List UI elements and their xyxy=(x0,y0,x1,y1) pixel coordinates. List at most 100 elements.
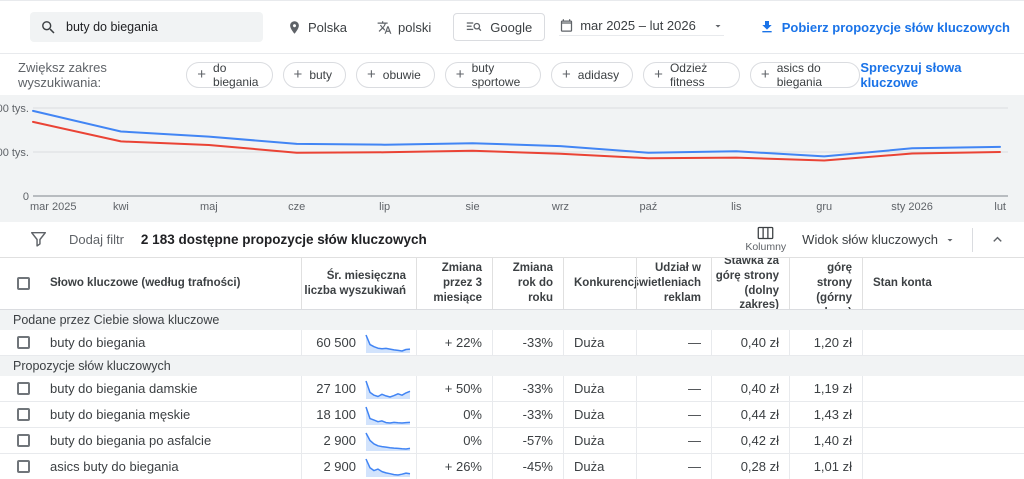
keyword-text[interactable]: buty do biegania damskie xyxy=(50,381,197,396)
yoy-change-value: -33% xyxy=(493,330,564,355)
keyword-search-input[interactable]: buty do biegania xyxy=(30,12,263,42)
table-row[interactable]: buty do biegania 60 500 + 22% -33% Duża … xyxy=(0,330,1024,356)
svg-text:wrz: wrz xyxy=(551,201,569,213)
chip-buty[interactable]: + buty xyxy=(282,61,346,88)
chevron-down-icon xyxy=(944,234,956,246)
collapse-chart-button[interactable] xyxy=(989,231,1006,248)
chip-buty-sportowe[interactable]: + buty sportowe xyxy=(444,60,542,89)
chip-obuwie[interactable]: + obuwie xyxy=(356,61,435,88)
search-network-icon xyxy=(466,20,482,34)
table-row[interactable]: buty do biegania po asfalcie 2 900 0% -5… xyxy=(0,428,1024,454)
svg-text:lut: lut xyxy=(994,201,1006,213)
svg-text:mar 2025: mar 2025 xyxy=(30,201,76,213)
chip-asics-do-biegania[interactable]: + asics do biegania xyxy=(749,60,861,89)
chip-label: adidasy xyxy=(577,67,620,82)
account-status-value xyxy=(863,376,1024,401)
refine-keywords-link[interactable]: Sprecyzuj słowa kluczowe xyxy=(860,60,1006,90)
header-yoy-change[interactable]: Zmiana rok do roku xyxy=(493,258,564,309)
date-range-label: mar 2025 – lut 2026 xyxy=(580,18,696,33)
keyword-chip-list: + do biegania + buty + obuwie + buty sportow… xyxy=(186,60,861,89)
table-row[interactable]: buty do biegania damskie 27 100 + 50% -3… xyxy=(0,376,1024,402)
yoy-change-value: -33% xyxy=(493,402,564,427)
row-checkbox[interactable] xyxy=(17,408,30,421)
plus-icon: + xyxy=(455,66,465,83)
plus-icon: + xyxy=(562,66,571,83)
svg-text:kwi: kwi xyxy=(113,201,129,213)
chip-label: asics do biegania xyxy=(776,60,823,89)
account-status-value xyxy=(863,454,1024,479)
download-icon xyxy=(759,19,775,35)
download-keyword-ideas-button[interactable]: Pobierz propozycje słów kluczowych xyxy=(759,19,1010,35)
avg-searches-value: 18 100 xyxy=(316,407,356,422)
top-bid-low-value: 0,40 zł xyxy=(712,376,790,401)
three-month-change-value: 0% xyxy=(417,428,493,453)
toolbar-divider xyxy=(972,227,973,252)
header-account-status[interactable]: Stan konta xyxy=(863,258,1024,309)
keyword-text[interactable]: buty do biegania męskie xyxy=(50,407,190,422)
chip-adidasy[interactable]: + adidasy xyxy=(551,61,634,88)
table-toolbar: Dodaj filtr 2 183 dostępne propozycje sł… xyxy=(0,222,1024,258)
row-checkbox[interactable] xyxy=(17,434,30,447)
keyword-text[interactable]: asics buty do biegania xyxy=(50,459,179,474)
header-competition[interactable]: Konkurencja xyxy=(564,258,637,309)
ad-impression-share-value: — xyxy=(637,454,712,479)
select-all-checkbox[interactable] xyxy=(17,277,30,290)
keyword-text[interactable]: buty do biegania po asfalcie xyxy=(50,433,211,448)
translate-icon xyxy=(377,20,392,35)
competition-value: Duża xyxy=(564,330,637,355)
ad-impression-share-value: — xyxy=(637,402,712,427)
chip-do-biegania[interactable]: + do biegania xyxy=(186,60,273,89)
location-selector[interactable]: Polska xyxy=(287,20,347,35)
row-checkbox[interactable] xyxy=(17,460,30,473)
chip-odziez-fitness[interactable]: + Odzież fitness xyxy=(643,60,740,89)
competition-value: Duża xyxy=(564,428,637,453)
avg-searches-value: 2 900 xyxy=(323,433,356,448)
chip-label: buty sportowe xyxy=(471,60,521,89)
svg-text:0: 0 xyxy=(23,191,29,203)
columns-button[interactable]: Kolumny xyxy=(745,226,786,253)
sparkline-chart xyxy=(365,458,411,477)
chip-label: do biegania xyxy=(213,60,259,89)
language-selector[interactable]: polski xyxy=(377,20,431,35)
table-row[interactable]: asics buty do biegania 2 900 + 26% -45% … xyxy=(0,454,1024,479)
toolbar-right-controls: Kolumny Widok słów kluczowych xyxy=(745,226,1012,253)
date-range-selector[interactable]: mar 2025 – lut 2026 xyxy=(559,18,724,36)
row-checkbox[interactable] xyxy=(17,336,30,349)
header-keyword[interactable]: Słowo kluczowe (według trafności) xyxy=(0,258,302,309)
account-status-value xyxy=(863,330,1024,355)
ad-impression-share-value: — xyxy=(637,428,712,453)
svg-text:600 tys.: 600 tys. xyxy=(0,103,29,115)
table-header-row: Słowo kluczowe (według trafności) Śr. mi… xyxy=(0,258,1024,310)
header-label: Słowo kluczowe (według trafności) xyxy=(50,277,241,290)
top-bar: buty do biegania Polska polski Google ma… xyxy=(0,0,1024,54)
header-top-bid-high[interactable]: Stawka za górę strony (górny zakres) xyxy=(790,258,863,309)
keyword-text[interactable]: buty do biegania xyxy=(50,335,145,350)
language-label: polski xyxy=(398,19,432,35)
search-volume-trend-chart: 600 tys. 300 tys. 0mar 2025 kwi maj cze lip sie… xyxy=(0,95,1024,222)
top-bid-low-value: 0,40 zł xyxy=(712,330,790,355)
network-selector[interactable]: Google xyxy=(453,13,546,41)
chevron-down-icon xyxy=(712,20,724,32)
top-bid-high-value: 1,40 zł xyxy=(790,428,863,453)
view-selector[interactable]: Widok słów kluczowych xyxy=(802,232,956,247)
chip-label: buty xyxy=(309,67,332,82)
row-checkbox[interactable] xyxy=(17,382,30,395)
top-bid-low-value: 0,42 zł xyxy=(712,428,790,453)
three-month-change-value: + 50% xyxy=(417,376,493,401)
avg-searches-value: 27 100 xyxy=(316,381,356,396)
header-top-bid-low[interactable]: Stawka za górę strony (dolny zakres) xyxy=(712,258,790,309)
header-avg-monthly-searches[interactable]: Śr. miesięczna liczba wyszukiwań xyxy=(302,258,417,309)
header-three-month-change[interactable]: Zmiana przez 3 miesiące xyxy=(417,258,493,309)
chip-label: Odzież fitness xyxy=(669,60,708,89)
chip-label: obuwie xyxy=(382,67,421,82)
svg-text:lis: lis xyxy=(731,201,742,213)
header-ad-impression-share[interactable]: Udział w wyświetleniach reklam xyxy=(637,258,712,309)
filter-icon[interactable] xyxy=(30,231,47,248)
svg-text:maj: maj xyxy=(200,201,218,213)
broaden-label: Zwiększ zakres wyszukiwania: xyxy=(18,59,107,90)
table-row[interactable]: buty do biegania męskie 18 100 0% -33% D… xyxy=(0,402,1024,428)
location-pin-icon xyxy=(287,20,302,35)
add-filter-button[interactable]: Dodaj filtr xyxy=(69,232,124,247)
svg-text:sty 2026: sty 2026 xyxy=(891,201,933,213)
plus-icon: + xyxy=(293,66,303,83)
